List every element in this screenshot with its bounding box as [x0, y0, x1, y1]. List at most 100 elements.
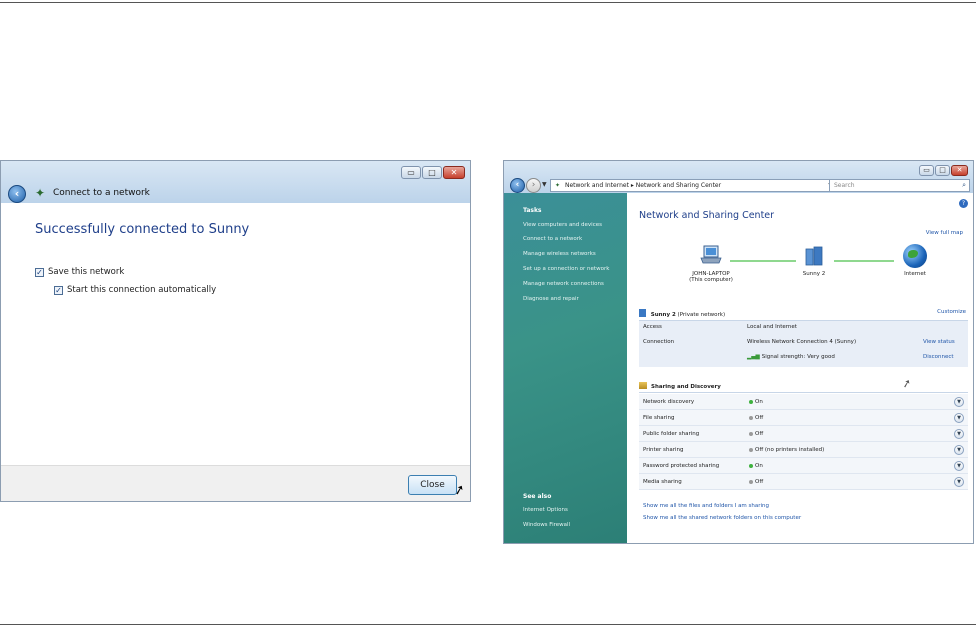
sharing-row-value: Off	[755, 415, 764, 421]
access-value: Local and Internet	[747, 324, 797, 330]
sharing-row-label: File sharing	[643, 415, 675, 421]
search-input[interactable]: Search ⌕	[829, 179, 970, 192]
connection-value: Wireless Network Connection 4 (Sunny)	[747, 339, 857, 345]
close-window-button[interactable]: ✕	[951, 165, 968, 176]
laptop-icon	[700, 245, 722, 264]
recent-pages-chevron-icon[interactable]: ▼	[542, 181, 547, 188]
page-title: Network and Sharing Center	[639, 210, 775, 221]
control-panel-icon: ✦	[555, 182, 561, 189]
breadcrumb-separator: ▸	[630, 182, 634, 189]
search-icon[interactable]: ⌕	[962, 180, 966, 191]
sidebar-link-view-computers[interactable]: View computers and devices	[523, 222, 602, 228]
minimize-button[interactable]: ▭	[919, 165, 934, 176]
sharing-row-file-sharing: File sharing Off ▼	[639, 410, 968, 426]
close-window-button[interactable]: ✕	[443, 166, 465, 179]
back-arrow-icon[interactable]: ‹	[8, 185, 26, 203]
status-on-icon	[749, 400, 753, 404]
help-icon[interactable]: ?	[959, 199, 968, 208]
sharing-row-value: On	[755, 399, 763, 405]
expand-chevron-icon[interactable]: ▼	[954, 429, 964, 439]
sharing-row-network-discovery: Network discovery On ▼	[639, 394, 968, 410]
sharing-row-value: Off (no printers installed)	[755, 447, 825, 453]
computer-label: JOHN-LAPTOP (This computer)	[688, 271, 734, 283]
network-header: Sunny 2 (Private network) Customize	[639, 309, 968, 321]
expand-chevron-icon[interactable]: ▼	[954, 445, 964, 455]
status-off-icon	[749, 480, 753, 484]
back-arrow-icon[interactable]: ‹	[510, 178, 525, 193]
sharing-row-label: Media sharing	[643, 479, 682, 485]
network-type: (Private network)	[677, 312, 726, 318]
mouse-pointer-icon: ➚	[452, 481, 467, 500]
show-shared-folders-link[interactable]: Show me all the shared network folders o…	[643, 515, 801, 521]
expand-chevron-icon[interactable]: ▼	[954, 397, 964, 407]
success-heading: Successfully connected to Sunny	[35, 222, 250, 237]
network-icon	[805, 246, 823, 266]
sidebar-link-setup-connection[interactable]: Set up a connection or network	[523, 266, 609, 272]
show-shared-files-link[interactable]: Show me all the files and folders I am s…	[643, 503, 769, 509]
view-status-link[interactable]: View status	[923, 339, 955, 345]
page-top-rule	[0, 2, 976, 3]
see-also-heading: See also	[523, 493, 552, 500]
sharing-center-window: ▭ □ ✕ ‹ › ▼ ✦ Network and Internet ▸ Net…	[503, 160, 974, 544]
sharing-row-label: Network discovery	[643, 399, 695, 405]
minimize-button[interactable]: ▭	[401, 166, 421, 179]
map-link-computer-network	[730, 260, 796, 262]
window-title: Connect to a network	[53, 188, 150, 198]
signal-strength: ▂▄▆ Signal strength: Very good	[747, 354, 835, 360]
customize-link[interactable]: Customize	[937, 309, 966, 315]
auto-start-label: Start this connection automatically	[67, 285, 217, 295]
network-icon: ✦	[35, 186, 46, 200]
task-sidebar: Tasks View computers and devices Connect…	[504, 193, 627, 543]
network-details: Access Local and Internet Connection Wir…	[639, 321, 968, 367]
title-bar: ▭ □ ✕ ‹ ✦ Connect to a network	[1, 161, 470, 203]
sharing-row-password-protected: Password protected sharing On ▼	[639, 458, 968, 474]
auto-start-option[interactable]: ✓ Start this connection automatically	[54, 285, 216, 295]
sidebar-link-windows-firewall[interactable]: Windows Firewall	[523, 522, 570, 528]
close-button[interactable]: Close	[408, 475, 457, 495]
status-on-icon	[749, 464, 753, 468]
title-bar: ▭ □ ✕ ‹ › ▼ ✦ Network and Internet ▸ Net…	[504, 161, 973, 193]
sharing-title: Sharing and Discovery	[651, 384, 721, 390]
auto-start-checkbox[interactable]: ✓	[54, 285, 63, 295]
sharing-row-printer: Printer sharing Off (no printers install…	[639, 442, 968, 458]
forward-arrow-icon[interactable]: ›	[526, 178, 541, 193]
sharing-row-media: Media sharing Off ▼	[639, 474, 968, 490]
search-placeholder: Search	[834, 182, 855, 189]
sharing-row-label: Public folder sharing	[643, 431, 700, 437]
sharing-row-value: On	[755, 463, 763, 469]
connect-network-window: ▭ □ ✕ ‹ ✦ Connect to a network Successfu…	[0, 160, 471, 502]
maximize-button[interactable]: □	[422, 166, 442, 179]
sidebar-link-connect[interactable]: Connect to a network	[523, 236, 582, 242]
view-full-map-link[interactable]: View full map	[926, 230, 963, 236]
save-network-option[interactable]: ✓ Save this network	[35, 267, 124, 277]
globe-icon	[903, 244, 927, 268]
status-off-icon	[749, 448, 753, 452]
signal-strength-text: Signal strength: Very good	[761, 354, 835, 360]
status-off-icon	[749, 416, 753, 420]
expand-chevron-icon[interactable]: ▼	[954, 461, 964, 471]
save-network-checkbox[interactable]: ✓	[35, 267, 44, 277]
breadcrumb-sharing-center[interactable]: Network and Sharing Center	[636, 182, 721, 189]
map-link-network-internet	[834, 260, 894, 262]
expand-chevron-icon[interactable]: ▼	[954, 413, 964, 423]
sharing-row-value: Off	[755, 431, 764, 437]
breadcrumb-network-internet[interactable]: Network and Internet	[565, 182, 629, 189]
network-name: Sunny 2	[650, 312, 676, 318]
sidebar-link-diagnose[interactable]: Diagnose and repair	[523, 296, 579, 302]
expand-chevron-icon[interactable]: ▼	[954, 477, 964, 487]
sharing-header: Sharing and Discovery	[639, 382, 968, 393]
disconnect-link[interactable]: Disconnect	[923, 354, 954, 360]
sidebar-link-manage-connections[interactable]: Manage network connections	[523, 281, 604, 287]
dialog-footer: Close ➚	[1, 465, 470, 501]
tasks-heading: Tasks	[523, 207, 542, 214]
sidebar-link-internet-options[interactable]: Internet Options	[523, 507, 568, 513]
window-controls: ▭ □ ✕	[919, 165, 968, 176]
access-label: Access	[643, 324, 662, 330]
maximize-button[interactable]: □	[935, 165, 950, 176]
connection-label: Connection	[643, 339, 675, 345]
sharing-row-value: Off	[755, 479, 764, 485]
status-off-icon	[749, 432, 753, 436]
sidebar-link-manage-wireless[interactable]: Manage wireless networks	[523, 251, 596, 257]
address-bar[interactable]: ✦ Network and Internet ▸ Network and Sha…	[550, 179, 837, 192]
network-map-label: Sunny 2	[802, 271, 826, 277]
